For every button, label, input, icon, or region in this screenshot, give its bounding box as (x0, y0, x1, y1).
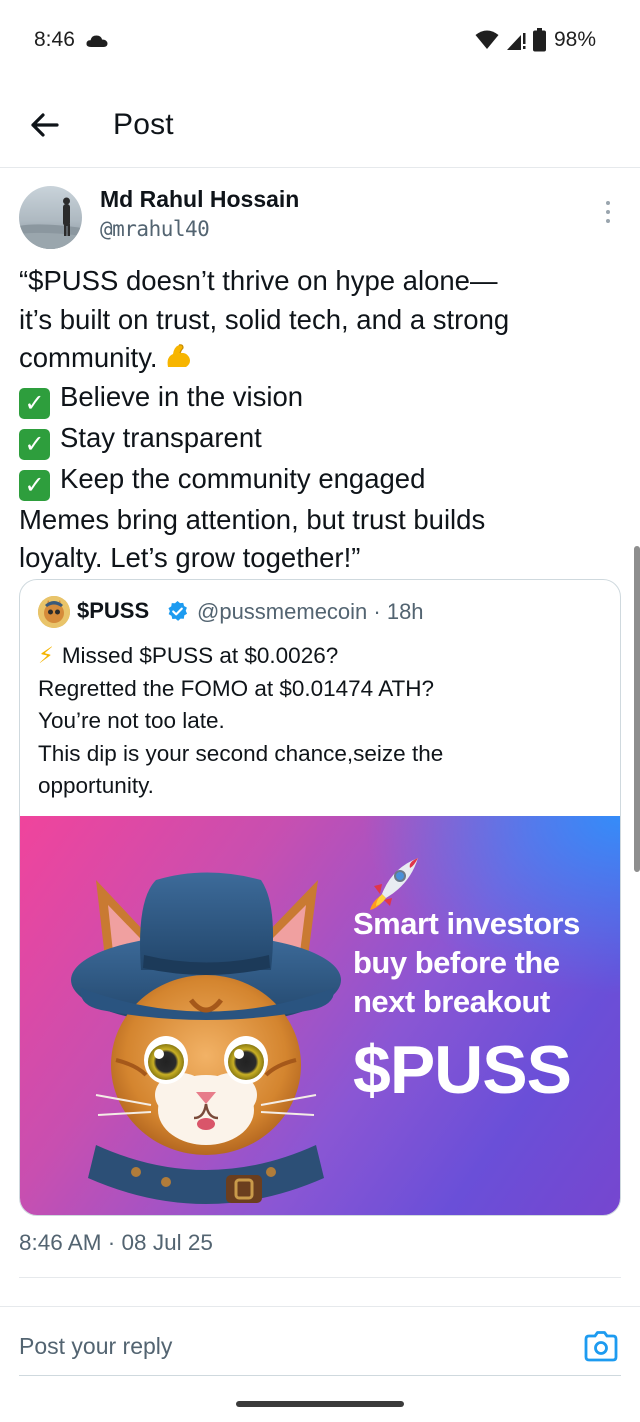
tweet-line-text: Keep the community engaged (60, 462, 426, 494)
tweet-line: loyalty. Let’s grow together!” (19, 542, 361, 573)
status-bar: 8:46 98% (0, 0, 640, 80)
quoted-handle-time: @pussmemecoin · 18h (197, 599, 424, 624)
promo-line: buy before the (353, 945, 560, 980)
home-indicator[interactable] (236, 1401, 404, 1407)
lightning-icon: ⚡ (38, 643, 54, 668)
tweet-line: ✓ Believe in the vision (19, 378, 619, 419)
promo-line: Smart investors (353, 906, 580, 941)
quoted-line: opportunity. (38, 773, 154, 798)
tweet-line: ✓ Stay transparent (19, 419, 619, 460)
flexed-biceps-icon (167, 344, 190, 367)
quoted-line: You’re not too late. (38, 708, 225, 733)
back-arrow-icon[interactable] (26, 107, 62, 143)
tweet-line: it’s built on trust, solid tech, and a s… (19, 303, 510, 335)
reply-bar: Post your reply (0, 1306, 640, 1377)
promo-line: next breakout (353, 984, 550, 1019)
status-time: 8:46 (34, 28, 75, 51)
author-handle[interactable]: @mrahul40 (100, 217, 210, 241)
tweet-line-text: Stay transparent (60, 421, 262, 453)
quoted-line: ⚡ Missed $PUSS at $0.0026? (38, 640, 608, 673)
tweet-body: “$PUSS doesn’t thrive on hype alone— it’… (19, 262, 619, 578)
reply-underline (19, 1375, 621, 1376)
quoted-text: ⚡ Missed $PUSS at $0.0026? Regretted the … (38, 640, 608, 803)
quoted-media-image[interactable]: Smart investors buy before the next brea… (20, 816, 620, 1215)
quoted-line: Regretted the FOMO at $0.01474 ATH? (38, 675, 435, 701)
promo-headline: Smart investors buy before the next brea… (353, 904, 613, 1021)
check-mark-icon: ✓ (19, 469, 50, 501)
tweet-line: Memes bring attention, but trust builds (19, 503, 486, 535)
quoted-avatar[interactable] (38, 596, 70, 628)
scrollbar[interactable] (634, 546, 640, 872)
check-mark-icon: ✓ (19, 387, 50, 419)
tweet-line-text: Believe in the vision (60, 380, 304, 412)
quoted-author-name[interactable]: $PUSS (77, 598, 149, 624)
battery-percent: 98% (553, 28, 596, 51)
status-right: 98% (475, 26, 596, 54)
tweet-line: “$PUSS doesn’t thrive on hype alone— (19, 265, 498, 296)
author-name[interactable]: Md Rahul Hossain (100, 186, 299, 213)
verified-badge-icon (168, 600, 188, 621)
divider (19, 1277, 621, 1278)
cell-signal-icon (506, 33, 526, 50)
top-app-bar: Post (0, 90, 640, 168)
quoted-line: This dip is your second chance,seize the (38, 740, 444, 766)
wifi-icon (475, 30, 499, 49)
promo-brand: $PUSS (353, 1032, 572, 1108)
cat-mascot-illustration (71, 872, 341, 1204)
tweet-line-text: community. (19, 342, 158, 373)
post-timestamp: 8:46 AM · 08 Jul 25 (19, 1230, 213, 1255)
check-mark-icon: ✓ (19, 428, 50, 460)
quoted-post[interactable]: $PUSS @pussmemecoin · 18h ⚡ Missed $PUSS … (19, 579, 621, 1216)
avatar[interactable] (19, 186, 82, 249)
tweet-line: ✓ Keep the community engaged (19, 460, 619, 501)
page-title: Post (113, 108, 174, 141)
quoted-line-text: Missed $PUSS at $0.0026? (61, 643, 339, 668)
cloud-icon (86, 35, 108, 47)
camera-icon[interactable] (584, 1331, 618, 1363)
reply-input[interactable]: Post your reply (19, 1333, 172, 1360)
more-options-icon[interactable] (598, 198, 618, 228)
tweet-line: community. (19, 339, 619, 378)
battery-icon (532, 28, 546, 52)
